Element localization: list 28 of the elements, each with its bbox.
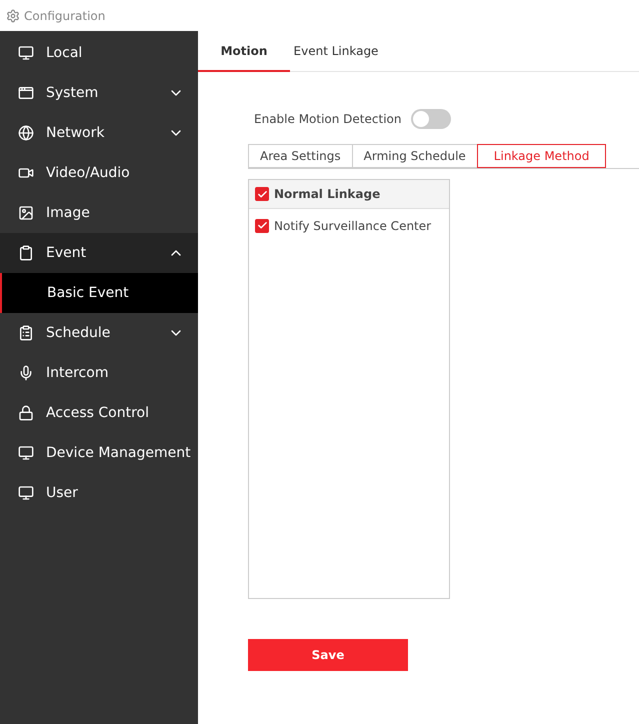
menu-icon (18, 485, 34, 501)
menu-icon (18, 245, 34, 261)
menu-icon (18, 365, 34, 381)
toggle-switch[interactable] (411, 109, 452, 129)
group-label: Normal Linkage (274, 187, 380, 201)
menu-icon (18, 205, 34, 221)
checkbox[interactable] (255, 187, 269, 201)
app-title: Configuration (24, 8, 106, 22)
menu-icon (18, 325, 34, 341)
save-button[interactable]: Save (248, 639, 408, 671)
sidebar-subitem[interactable]: Basic Event (0, 273, 198, 313)
check-icon (256, 188, 268, 200)
tab[interactable]: Event Linkage (290, 31, 382, 72)
menu-icon (18, 125, 34, 141)
menu-icon (18, 45, 34, 61)
check-icon (256, 220, 268, 231)
gear-icon (6, 8, 20, 22)
sub-tab[interactable]: Arming Schedule (352, 144, 478, 168)
menu-icon (18, 405, 34, 421)
tab[interactable]: Motion (198, 31, 290, 72)
checkbox-label: Notify Surveillance Center (274, 218, 432, 232)
sidebar-item[interactable]: Event (0, 233, 198, 273)
sub-tab[interactable]: Linkage Method (476, 144, 606, 168)
menu-icon (18, 445, 34, 461)
sub-tab[interactable]: Area Settings (248, 144, 353, 168)
checkbox[interactable] (255, 218, 269, 232)
menu-icon (18, 85, 34, 101)
toggle-label: Enable Motion Detection (254, 112, 402, 126)
